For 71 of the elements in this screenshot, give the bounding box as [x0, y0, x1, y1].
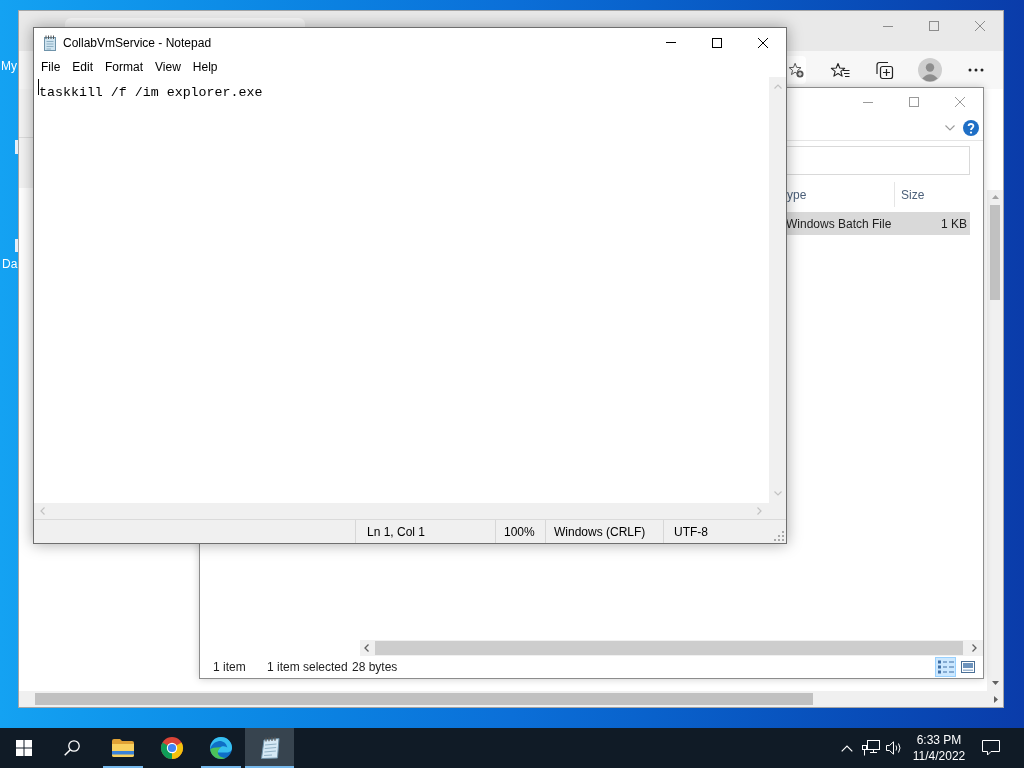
notepad-icon — [42, 34, 58, 51]
more-icon — [968, 68, 984, 72]
edge-icon — [208, 736, 233, 760]
table-cell-text: Windows Batch File — [786, 215, 893, 233]
status-text: 1 item — [213, 659, 247, 676]
clock[interactable]: 6:33 PM 11/4/2022 — [905, 728, 973, 768]
column-header[interactable]: ype — [787, 185, 807, 204]
file-row[interactable]: Windows Batch File 1 KB — [786, 212, 970, 235]
taskbar-button[interactable] — [245, 728, 294, 768]
collections-button[interactable] — [874, 60, 894, 80]
resize-grip-icon[interactable] — [774, 531, 784, 541]
horizontal-scrollbar[interactable] — [360, 640, 983, 656]
window-title: CollabVmService - Notepad — [63, 34, 212, 52]
status-text: 28 bytes — [352, 659, 398, 676]
search-icon — [64, 740, 80, 756]
text-cursor — [38, 79, 39, 95]
menu-item[interactable]: View — [149, 57, 187, 77]
scroll-left-icon[interactable] — [364, 644, 369, 652]
details-view-icon — [937, 660, 954, 674]
avatar-icon — [918, 58, 942, 82]
star-list-icon — [830, 61, 850, 79]
profile-button[interactable] — [918, 58, 942, 82]
chrome-icon — [159, 736, 184, 760]
status-text: 1 item selected — [267, 659, 349, 676]
status-text: Ln 1, Col 1 — [367, 523, 426, 541]
chevron-down-icon[interactable] — [945, 125, 955, 131]
large-icons-view-icon — [960, 661, 975, 673]
status-text: UTF-8 — [674, 523, 708, 541]
network-icon — [862, 740, 880, 756]
scroll-up-icon[interactable] — [991, 195, 999, 199]
status-text: 100% — [504, 523, 535, 541]
minimize-icon — [863, 101, 873, 103]
scrollbar-thumb[interactable] — [35, 693, 813, 705]
maximize-icon — [929, 21, 939, 31]
address-bar[interactable] — [787, 56, 806, 84]
scroll-right-icon[interactable] — [994, 695, 998, 703]
minimize-icon — [666, 42, 676, 43]
search-field[interactable] — [786, 146, 970, 175]
scrollbar-thumb[interactable] — [990, 205, 1000, 300]
chevron-up-icon — [841, 744, 853, 752]
status-text: Windows (CRLF) — [554, 523, 646, 541]
close-icon — [758, 37, 768, 48]
maximize-icon — [712, 37, 722, 48]
table-cell-text: 1 KB — [940, 215, 968, 233]
more-button[interactable] — [968, 68, 984, 72]
vertical-scrollbar[interactable] — [987, 190, 1003, 691]
favorites-button[interactable] — [830, 61, 850, 79]
scroll-down-icon[interactable] — [991, 681, 999, 685]
close-icon — [975, 21, 985, 31]
star-plus-icon[interactable] — [788, 62, 804, 78]
speaker-icon — [885, 741, 903, 755]
menu-item[interactable]: Format — [99, 57, 150, 77]
scrollbar-thumb[interactable] — [375, 641, 963, 655]
scroll-right-icon[interactable] — [972, 644, 977, 652]
view-button[interactable] — [935, 657, 956, 677]
horizontal-scrollbar[interactable] — [19, 691, 1003, 707]
vertical-scrollbar[interactable] — [769, 77, 786, 503]
speech-bubble-icon — [982, 740, 1000, 756]
minimize-icon — [883, 25, 893, 27]
folder-icon — [110, 738, 135, 758]
collections-icon — [874, 60, 894, 80]
maximize-icon — [909, 97, 919, 107]
column-header[interactable]: Size — [901, 185, 925, 204]
close-icon — [955, 97, 965, 107]
menu-item[interactable]: File — [35, 57, 67, 77]
menu-item[interactable]: Edit — [66, 57, 100, 77]
windows-logo-icon — [16, 740, 32, 756]
scroll-up-icon[interactable] — [773, 84, 782, 89]
text-area[interactable]: taskkill /f /im explorer.exe — [34, 77, 769, 503]
menu-item[interactable]: Help — [186, 57, 224, 77]
help-icon[interactable] — [963, 120, 979, 136]
